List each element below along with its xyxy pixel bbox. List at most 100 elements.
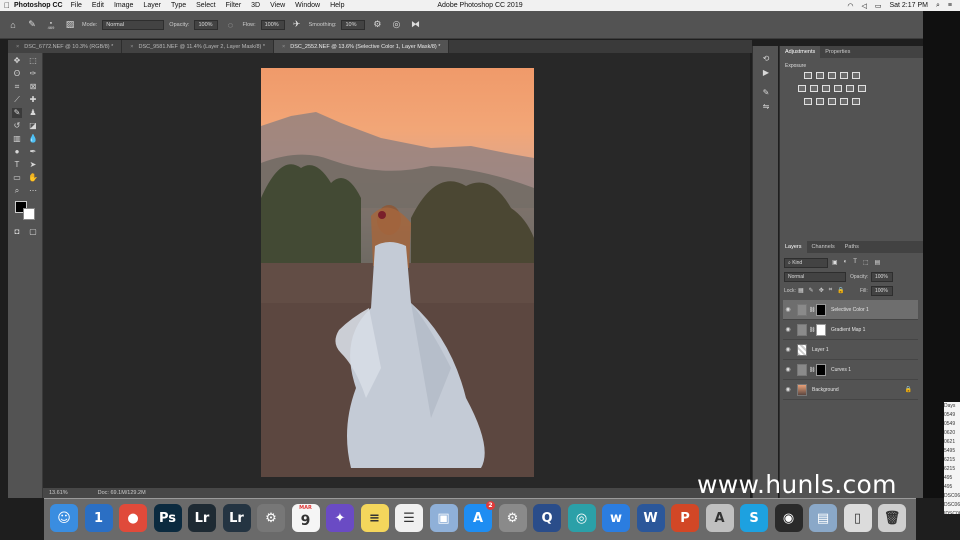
menu-view[interactable]: View xyxy=(270,2,285,9)
visibility-eye-icon[interactable]: ◉ xyxy=(783,326,793,333)
lock-artboard-icon[interactable]: ⌗ xyxy=(829,287,832,294)
brush-settings-panel-icon[interactable]: ✎ xyxy=(761,88,771,98)
tab-channels[interactable]: Channels xyxy=(807,241,840,253)
chrome-icon[interactable]: ● xyxy=(119,504,147,532)
tab-properties[interactable]: Properties xyxy=(820,46,855,58)
battery-icon[interactable]: ▭ xyxy=(875,2,882,10)
lock-all-icon[interactable]: 🔒 xyxy=(837,287,844,294)
finder-icon[interactable]: ☺ xyxy=(50,504,78,532)
image-capture-icon[interactable]: ▤ xyxy=(809,504,837,532)
system-preferences-icon[interactable]: ⚙ xyxy=(498,504,527,532)
menu-3d[interactable]: 3D xyxy=(251,2,260,9)
menu-layer[interactable]: Layer xyxy=(143,2,161,9)
exposure-icon[interactable] xyxy=(840,72,848,79)
layer-row-curves[interactable]: ◉ ⛓ Curves 1 xyxy=(783,360,918,380)
filter-adjustment-icon[interactable]: ◐ xyxy=(844,259,848,266)
zoom-tool-icon[interactable]: ⌕ xyxy=(12,186,22,196)
pen-tool-icon[interactable]: ✒ xyxy=(28,147,38,157)
frame-tool-icon[interactable]: ⊠ xyxy=(28,82,38,92)
menu-type[interactable]: Type xyxy=(171,2,186,9)
gradient-tool-icon[interactable]: ▥ xyxy=(12,134,22,144)
blur-tool-icon[interactable]: 💧 xyxy=(28,134,38,144)
marquee-tool-icon[interactable]: ⬚ xyxy=(28,56,38,66)
curves-icon[interactable] xyxy=(828,72,836,79)
actions-panel-icon[interactable]: ▶ xyxy=(761,68,771,78)
document-photo[interactable] xyxy=(261,68,534,477)
finder-file-item[interactable]: IDSC0621 xyxy=(944,510,960,514)
history-panel-icon[interactable]: ⟲ xyxy=(761,54,771,64)
more-tools-icon[interactable]: ⋯ xyxy=(28,186,38,196)
finder-file-item[interactable]: 495 xyxy=(944,474,960,483)
layer-opacity-field[interactable]: 100% xyxy=(871,272,893,282)
menu-select[interactable]: Select xyxy=(196,2,215,9)
lock-icon[interactable]: 🔒 xyxy=(905,386,912,393)
vibrance-icon[interactable] xyxy=(852,72,860,79)
menu-window[interactable]: Window xyxy=(295,2,320,9)
clone-stamp-tool-icon[interactable]: ♟ xyxy=(28,108,38,118)
zoom-level[interactable]: 13.61% xyxy=(49,490,68,496)
pressure-opacity-icon[interactable]: ◌ xyxy=(223,18,237,32)
background-color-swatch[interactable] xyxy=(23,208,35,220)
link-icon[interactable]: ⛓ xyxy=(809,307,815,313)
tab-adjustments[interactable]: Adjustments xyxy=(780,46,821,58)
airbrush-icon[interactable]: ✈ xyxy=(290,18,304,32)
photoshop-icon[interactable]: Ps xyxy=(153,504,182,532)
type-tool-icon[interactable]: T xyxy=(12,160,22,170)
mode-select[interactable]: Normal xyxy=(102,19,165,30)
quick-mask-icon[interactable]: ◘ xyxy=(12,227,22,237)
pressure-size-icon[interactable]: ◎ xyxy=(389,18,403,32)
home-icon[interactable]: ⌂ xyxy=(6,18,20,32)
lock-position-icon[interactable]: ✥ xyxy=(819,287,824,294)
notes-icon[interactable]: ≡ xyxy=(360,504,389,532)
preview-icon[interactable]: ▣ xyxy=(429,504,458,532)
word-icon[interactable]: W xyxy=(636,504,665,532)
visibility-eye-icon[interactable]: ◉ xyxy=(783,346,793,353)
layer-row-selective-color[interactable]: ◉ ⛓ Selective Color 1 xyxy=(783,300,918,320)
tab-dsc-9581[interactable]: × DSC_9581.NEF @ 11.4% (Layer 2, Layer Ma… xyxy=(122,40,275,53)
brush-settings-icon[interactable]: ▨ xyxy=(63,18,77,32)
link-icon[interactable]: ⛓ xyxy=(809,367,815,373)
move-tool-icon[interactable]: ✥ xyxy=(12,56,22,66)
photo-filter-icon[interactable] xyxy=(834,85,842,92)
layer-row-gradient-map[interactable]: ◉ ⛓ Gradient Map 1 xyxy=(783,320,918,340)
lock-image-icon[interactable]: ✎ xyxy=(809,287,814,294)
menu-help[interactable]: Help xyxy=(330,2,344,9)
properties-panel-icon[interactable]: ⇋ xyxy=(761,102,771,112)
wifi-icon[interactable]: ◠ xyxy=(847,2,853,10)
rectangle-tool-icon[interactable]: ▭ xyxy=(12,173,22,183)
color-lookup-icon[interactable] xyxy=(858,85,866,92)
skype-icon[interactable]: S xyxy=(740,504,768,532)
finder-file-item[interactable]: Days xyxy=(944,402,960,411)
channel-mixer-icon[interactable] xyxy=(846,85,854,92)
notification-center-icon[interactable]: ≡ xyxy=(948,2,952,9)
opacity-field[interactable]: 100% xyxy=(194,19,219,30)
menu-image[interactable]: Image xyxy=(114,2,133,9)
levels-icon[interactable] xyxy=(816,72,824,79)
powerpoint-icon[interactable]: P xyxy=(671,504,699,532)
hand-tool-icon[interactable]: ✋ xyxy=(28,173,38,183)
lightroom-classic-icon[interactable]: Lr xyxy=(222,504,251,532)
filter-smart-object-icon[interactable]: ▤ xyxy=(875,259,881,266)
close-tab-icon[interactable]: × xyxy=(130,44,133,50)
spot-healing-tool-icon[interactable]: ✚ xyxy=(28,95,38,105)
lock-transparent-icon[interactable]: ▦ xyxy=(798,287,804,294)
smoothing-field[interactable]: 10% xyxy=(341,19,366,30)
tab-dsc-6772[interactable]: × DSC_6772.NEF @ 10.3% (RGB/8) * xyxy=(8,40,123,53)
tab-paths[interactable]: Paths xyxy=(840,241,864,253)
swirl-app-icon[interactable]: ◎ xyxy=(567,504,596,532)
filter-shape-icon[interactable]: ⬚ xyxy=(863,259,869,266)
trash-icon[interactable]: 🗑 xyxy=(878,504,906,532)
1password-icon[interactable]: 1 xyxy=(84,504,113,532)
finder-file-item[interactable]: 0549 xyxy=(944,411,960,420)
path-selection-tool-icon[interactable]: ➤ xyxy=(28,160,38,170)
layer-mask-thumb[interactable] xyxy=(816,363,826,376)
quicktime-icon[interactable]: Q xyxy=(533,504,561,532)
link-icon[interactable]: ⛓ xyxy=(809,327,815,333)
smoothing-settings-gear-icon[interactable]: ⚙ xyxy=(370,18,384,32)
dodge-tool-icon[interactable]: ● xyxy=(12,147,22,157)
brush-tool-icon[interactable]: ✎ xyxy=(25,18,39,32)
layer-mask-thumb[interactable] xyxy=(816,323,826,336)
finder-file-item[interactable]: 495 xyxy=(944,483,960,492)
brightness-contrast-icon[interactable] xyxy=(804,72,812,79)
quick-selection-tool-icon[interactable]: ✑ xyxy=(28,69,38,79)
